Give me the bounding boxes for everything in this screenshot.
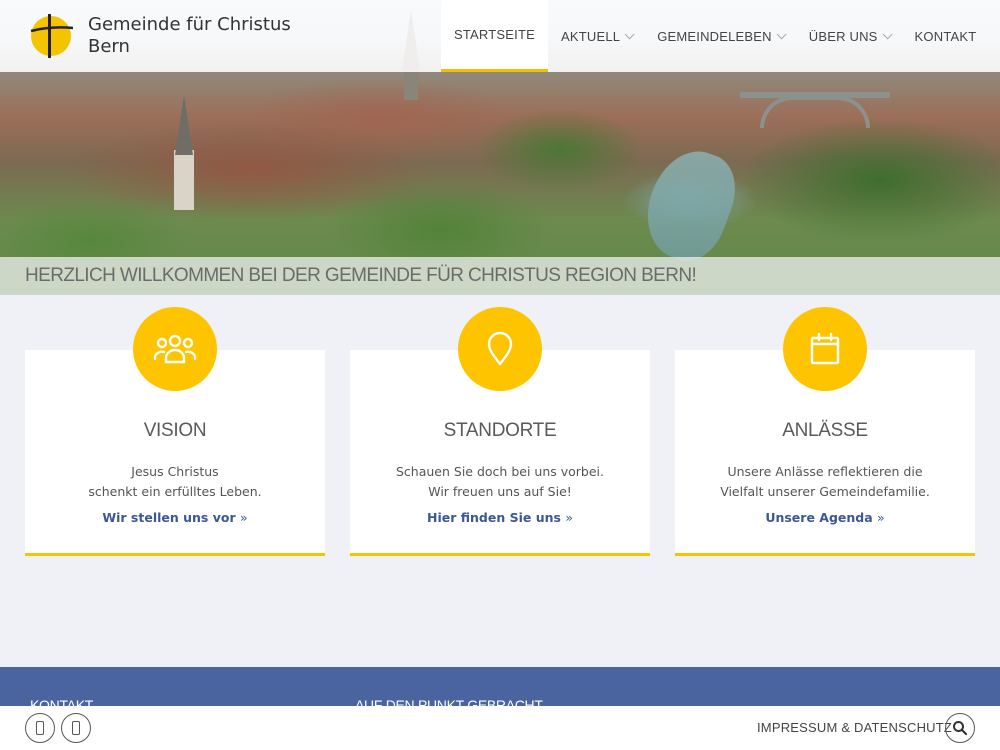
card-title: ANLÄSSE	[782, 420, 868, 441]
bottom-bar: IMPRESSUM & DATENSCHUTZ	[0, 706, 1000, 750]
card-standorte: STANDORTE Schauen Sie doch bei uns vorbe…	[350, 307, 650, 556]
card-link-anlaesse[interactable]: Unsere Agenda »	[675, 510, 975, 525]
tablet-icon	[72, 721, 80, 735]
card-vision: VISION Jesus Christus schenkt ein erfüll…	[25, 307, 325, 556]
chevron-down-icon	[882, 28, 893, 39]
card-link-label: Hier finden Sie uns	[427, 510, 561, 525]
nav-item-ueber-uns[interactable]: ÜBER UNS	[796, 0, 902, 72]
mobile-icon-button[interactable]	[25, 713, 55, 743]
card-anlaesse: ANLÄSSE Unsere Anlässe reflektieren die …	[675, 307, 975, 556]
nav-label: GEMEINDELEBEN	[657, 28, 772, 44]
site-header: Gemeinde für Christus Bern STARTSEITE AK…	[0, 0, 1000, 72]
card-link-label: Unsere Agenda	[765, 510, 873, 525]
nav-item-kontakt[interactable]: KONTAKT	[902, 0, 990, 72]
search-button[interactable]	[945, 713, 975, 743]
site-title: Gemeinde für Christus Bern	[88, 14, 291, 58]
hero-tower	[174, 150, 194, 210]
card-link-label: Wir stellen uns vor	[102, 510, 236, 525]
site-title-line1: Gemeinde für Christus	[88, 14, 291, 35]
chevron-down-icon	[624, 28, 635, 39]
card-text-line: schenkt ein erfülltes Leben.	[88, 484, 262, 499]
nav-label: AKTUELL	[560, 28, 621, 44]
impressum-link[interactable]: IMPRESSUM & DATENSCHUTZ	[757, 720, 952, 735]
nav-item-startseite[interactable]: STARTSEITE	[441, 0, 548, 72]
card-title: STANDORTE	[443, 420, 557, 441]
card-text-line: Wir freuen uns auf Sie!	[428, 484, 572, 499]
search-icon	[953, 721, 968, 736]
nav-label: KONTAKT	[914, 28, 977, 44]
double-chevron-right-icon: »	[877, 510, 885, 525]
card-title: VISION	[143, 420, 207, 441]
double-chevron-right-icon: »	[565, 510, 573, 525]
logo-cross-icon	[29, 14, 74, 58]
people-icon	[133, 307, 217, 391]
card-text: Schauen Sie doch bei uns vorbei. Wir fre…	[350, 462, 650, 502]
chevron-down-icon	[776, 28, 787, 39]
welcome-heading: HERZLICH WILLKOMMEN BEI DER GEMEINDE FÜR…	[25, 265, 697, 286]
nav-item-gemeindeleben[interactable]: GEMEINDELEBEN	[644, 0, 796, 72]
main-nav: STARTSEITE AKTUELL GEMEINDELEBEN ÜBER UN…	[441, 0, 989, 72]
hero-bridge-arch	[760, 96, 870, 128]
card-text-line: Schauen Sie doch bei uns vorbei.	[396, 464, 604, 479]
site-logo[interactable]: Gemeinde für Christus Bern	[29, 14, 291, 58]
site-title-line2: Bern	[88, 36, 130, 57]
hero-spire	[175, 95, 193, 155]
welcome-banner: HERZLICH WILLKOMMEN BEI DER GEMEINDE FÜR…	[0, 257, 1000, 295]
card-text-line: Vielfalt unserer Gemeindefamilie.	[720, 484, 930, 499]
double-chevron-right-icon: »	[239, 510, 248, 525]
nav-label: ÜBER UNS	[808, 28, 878, 44]
tablet-icon-button[interactable]	[61, 713, 91, 743]
calendar-icon	[783, 307, 867, 391]
card-link-vision[interactable]: Wir stellen uns vor »	[25, 510, 325, 525]
nav-label: STARTSEITE	[454, 27, 535, 42]
hero-river	[633, 139, 747, 271]
card-text: Jesus Christus schenkt ein erfülltes Leb…	[25, 462, 325, 502]
location-pin-icon	[458, 307, 542, 391]
card-text: Unsere Anlässe reflektieren die Vielfalt…	[675, 462, 975, 502]
card-text-line: Unsere Anlässe reflektieren die	[727, 464, 923, 479]
nav-item-aktuell[interactable]: AKTUELL	[548, 0, 644, 72]
card-link-standorte[interactable]: Hier finden Sie uns »	[350, 510, 650, 525]
card-text-line: Jesus Christus	[131, 464, 219, 479]
mobile-icon	[36, 721, 44, 735]
